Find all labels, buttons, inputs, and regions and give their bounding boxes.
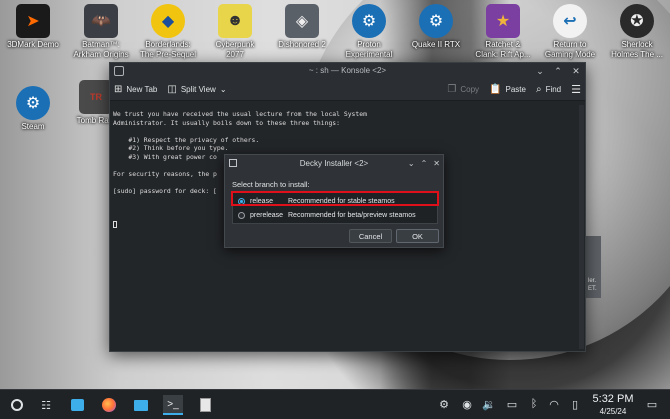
find-button[interactable]: ⌕ Find — [536, 84, 561, 95]
taskbar-discover-button[interactable] — [67, 395, 87, 415]
folder-icon — [134, 399, 148, 411]
tombraider-icon: TR — [79, 80, 113, 114]
sherlock-icon: ✪ — [620, 4, 654, 38]
hamburger-icon: ☰ — [571, 84, 581, 96]
desktop-icon-steam[interactable]: ⚙ Steam — [0, 82, 67, 132]
dialog-close-button[interactable]: ✕ — [433, 155, 440, 172]
close-button[interactable]: ✕ — [571, 63, 581, 79]
radio-prerelease[interactable] — [238, 211, 245, 219]
desktop-icon-return-gaming[interactable]: ↩ Return to Gaming Mode — [536, 0, 604, 60]
terminal-cursor — [113, 221, 117, 228]
volume-icon[interactable]: 🔉 — [482, 398, 496, 411]
paste-icon: 📋 — [489, 84, 502, 95]
batman-icon: 🦇 — [84, 4, 118, 38]
taskbar-konsole-button[interactable]: >_ — [163, 395, 183, 415]
taskbar-settings-button[interactable]: ☷ — [36, 395, 56, 415]
steam-icon: ⚙ — [16, 86, 50, 120]
maximize-button[interactable]: ⌃ — [553, 63, 563, 79]
dialog-buttons: Cancel OK — [349, 229, 439, 243]
konsole-titlebar[interactable]: ~ : sh — Konsole <2> ⌄ ⌃ ✕ — [110, 63, 585, 79]
new-tab-icon: ⊞ — [114, 84, 123, 95]
clock-date: 4/25/24 — [599, 407, 627, 416]
store-bag-icon — [70, 399, 84, 411]
terminal-line: We trust you have received the usual lec… — [113, 110, 367, 118]
copy-icon: ❐ — [447, 84, 457, 95]
steam-icon: ⚙ — [419, 4, 453, 38]
desktop-icon-sherlock[interactable]: ✪ Sherlock Holmes The ... — [603, 0, 670, 60]
show-desktop-icon[interactable]: ▭ — [645, 398, 659, 411]
battery-icon[interactable]: ▯ — [568, 398, 582, 411]
radio-release[interactable] — [238, 197, 245, 205]
terminal-line: Administrator. It usually boils down to … — [113, 118, 341, 127]
steam-icon: ⚙ — [352, 4, 386, 38]
dishonored-icon: ◈ — [285, 4, 319, 38]
dialog-titlebar[interactable]: Decky Installer <2> ⌄ ⌃ ✕ — [225, 155, 443, 172]
screenshot-tray-icon[interactable]: ◉ — [460, 398, 474, 411]
chevron-down-icon: ⌄ — [219, 85, 227, 94]
split-view-button[interactable]: ◫ Split View ⌄ — [167, 84, 226, 95]
settings-sliders-icon: ☷ — [41, 399, 51, 412]
search-icon: ⌕ — [535, 84, 542, 95]
desktop-icon-borderlands[interactable]: ◆ Borderlands: The Pre-Sequel — [134, 0, 202, 60]
desktop-icon-proton[interactable]: ⚙ Proton Experimental — [335, 0, 403, 60]
clipboard-icon[interactable]: ▭ — [505, 398, 519, 411]
terminal-scrollbar[interactable] — [579, 105, 584, 349]
terminal-line: #1) Respect the privacy of others. — [113, 135, 260, 144]
desktop-icon-dishonored[interactable]: ◈ Dishonored 2 — [268, 0, 336, 50]
clock-time: 5:32 PM — [592, 393, 634, 405]
taskbar-files-button[interactable] — [131, 395, 151, 415]
dialog-window-controls: ⌄ ⌃ ✕ — [408, 155, 440, 172]
terminal-line: #2) Think before you type. — [113, 144, 229, 152]
steamdeck-logo-icon — [11, 399, 23, 411]
window-controls: ⌄ ⌃ ✕ — [535, 63, 581, 79]
konsole-title: ~ : sh — Konsole <2> — [308, 66, 387, 75]
konsole-toolbar: ⊞ New Tab ◫ Split View ⌄ ❐ Copy 📋 Paste … — [110, 79, 585, 101]
background-window-text: ler. ET. — [588, 278, 597, 292]
wifi-icon[interactable]: ◠ — [547, 398, 561, 411]
terminal-icon — [114, 66, 124, 76]
desktop-icon-cyberpunk[interactable]: ☻ Cyberpunk 2077 — [201, 0, 269, 60]
borderlands-icon: ◆ — [151, 4, 185, 38]
ok-button[interactable]: OK — [396, 229, 439, 243]
cancel-button[interactable]: Cancel — [349, 229, 392, 243]
taskbar: ☷ >_ ⚙ ◉ 🔉 ▭ ᛒ ◠ ▯ 5:32 PM 4/25/24 ▭ — [0, 389, 670, 419]
desktop-icon-quake[interactable]: ⚙ Quake II RTX — [402, 0, 470, 50]
3dmark-icon: ➤ — [16, 4, 50, 38]
dialog-app-icon — [229, 159, 237, 167]
bluetooth-icon[interactable]: ᛒ — [527, 398, 541, 410]
cyberpunk-icon: ☻ — [218, 4, 252, 38]
desktop-icon-batman[interactable]: 🦇 Batman™: Arkham Origins — [67, 0, 135, 60]
desktop-icon-ratchet[interactable]: ★ Ratchet & Clank: Rift Ap... — [469, 0, 537, 60]
taskbar-text-editor-button[interactable] — [195, 395, 215, 415]
clock[interactable]: 5:32 PM 4/25/24 — [587, 393, 639, 417]
desktop-icon-3dmark[interactable]: ➤ 3DMark Demo — [0, 0, 67, 50]
paste-button[interactable]: 📋 Paste — [489, 84, 526, 95]
option-prerelease[interactable]: prerelease Recommended for beta/preview … — [235, 209, 435, 221]
steam-tray-icon[interactable]: ⚙ — [437, 398, 451, 411]
dialog-maximize-button[interactable]: ⌃ — [421, 155, 428, 172]
dialog-minimize-button[interactable]: ⌄ — [408, 155, 415, 172]
firefox-icon — [102, 398, 116, 412]
new-tab-button[interactable]: ⊞ New Tab — [114, 84, 157, 95]
return-arrow-icon: ↩ — [553, 4, 587, 38]
document-icon — [199, 398, 211, 412]
option-release[interactable]: release Recommended for stable steamos — [235, 195, 435, 207]
app-launcher-button[interactable] — [8, 395, 28, 415]
dialog-title: Decky Installer <2> — [299, 159, 369, 168]
copy-button[interactable]: ❐ Copy — [447, 84, 479, 95]
dialog-prompt: Select branch to install: — [232, 180, 310, 189]
taskbar-firefox-button[interactable] — [99, 395, 119, 415]
branch-option-list: release Recommended for stable steamos p… — [232, 192, 438, 224]
ratchet-icon: ★ — [486, 4, 520, 38]
minimize-button[interactable]: ⌄ — [535, 63, 545, 79]
terminal-icon: >_ — [167, 398, 179, 410]
split-view-icon: ◫ — [167, 84, 177, 95]
decky-installer-dialog[interactable]: Decky Installer <2> ⌄ ⌃ ✕ Select branch … — [224, 154, 444, 248]
hamburger-menu-button[interactable]: ☰ — [571, 83, 581, 96]
